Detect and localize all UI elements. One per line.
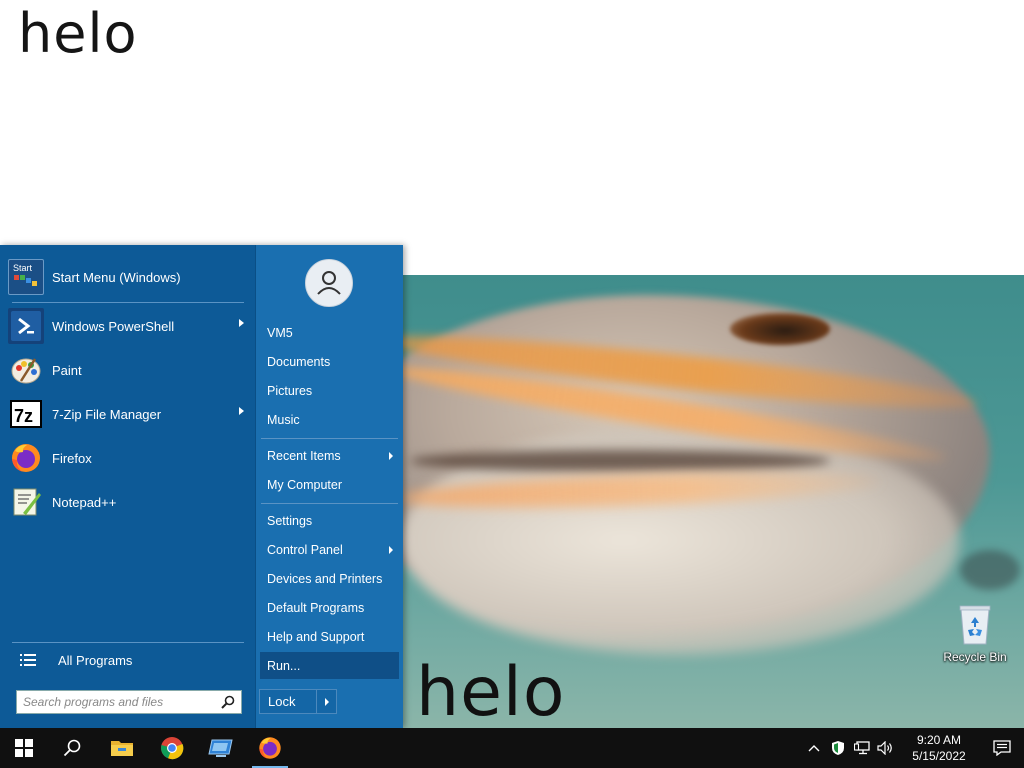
security-tray-button[interactable] xyxy=(826,728,850,768)
start-menu: Start Start Menu (Windows) Windows Power… xyxy=(0,245,403,728)
taskbar-remote-desktop[interactable] xyxy=(197,728,245,768)
taskbar-file-explorer[interactable] xyxy=(98,728,146,768)
wallpaper-text-bottom: helo xyxy=(416,653,566,728)
place-label: My Computer xyxy=(267,477,343,492)
recycle-bin-label: Recycle Bin xyxy=(943,650,1007,664)
clock-date: 5/15/2022 xyxy=(912,749,966,763)
user-icon xyxy=(317,271,341,295)
taskbar: 9:20 AM 5/15/2022 xyxy=(0,728,1024,768)
place-label: Pictures xyxy=(267,383,313,398)
program-windows-powershell[interactable]: Windows PowerShell xyxy=(8,305,248,347)
shield-icon xyxy=(832,741,844,755)
file-explorer-icon xyxy=(111,741,133,756)
lock-options-button[interactable] xyxy=(316,690,336,713)
place-my-computer[interactable]: My Computer xyxy=(260,471,399,498)
notification-icon xyxy=(993,740,1011,756)
place-recent-items[interactable]: Recent Items xyxy=(260,442,399,469)
powershell-icon xyxy=(8,308,44,344)
taskbar-search-button[interactable] xyxy=(48,728,96,768)
windows-start-icon xyxy=(15,739,33,757)
place-run[interactable]: Run... xyxy=(260,652,399,679)
place-label: VM5 xyxy=(267,325,293,340)
search-icon xyxy=(63,739,81,757)
wallpaper-text-top: helo xyxy=(18,2,138,65)
start-menu-programs-pane: Start Start Menu (Windows) Windows Power… xyxy=(0,245,255,728)
submenu-arrow-icon xyxy=(389,452,393,460)
search-input[interactable] xyxy=(17,695,221,709)
program-label: 7-Zip File Manager xyxy=(52,406,162,422)
taskbar-firefox[interactable] xyxy=(246,728,294,768)
notepadpp-icon xyxy=(8,484,44,520)
taskbar-clock[interactable]: 9:20 AM 5/15/2022 xyxy=(902,732,976,764)
remote-desktop-icon xyxy=(208,739,233,757)
place-vm5[interactable]: VM5 xyxy=(260,319,399,346)
recycle-bin-shortcut[interactable]: Recycle Bin xyxy=(940,600,1010,672)
firefox-icon xyxy=(8,440,44,476)
program-label: Windows PowerShell xyxy=(52,318,175,334)
7zip-icon-text: 7z xyxy=(14,406,33,426)
chevron-up-icon xyxy=(808,745,820,752)
submenu-arrow-icon xyxy=(239,407,244,415)
submenu-arrow-icon xyxy=(389,546,393,554)
network-icon xyxy=(854,741,870,755)
clock-time: 9:20 AM xyxy=(916,733,962,747)
show-hidden-icons-button[interactable] xyxy=(802,728,826,768)
chrome-icon xyxy=(161,737,184,760)
program-label: Start Menu (Windows) xyxy=(52,269,181,285)
place-label: Help and Support xyxy=(267,629,365,644)
start-menu-places-pane: VM5 Documents Pictures Music Recent Item… xyxy=(255,245,403,728)
place-control-panel[interactable]: Control Panel xyxy=(260,536,399,563)
place-documents[interactable]: Documents xyxy=(260,348,399,375)
place-label: Control Panel xyxy=(267,542,343,557)
search-box[interactable] xyxy=(16,690,242,714)
place-label: Default Programs xyxy=(267,600,365,615)
start-menu-icon-text: Start xyxy=(13,263,33,273)
7zip-icon: 7z xyxy=(8,396,44,432)
list-icon xyxy=(20,654,36,666)
place-devices-and-printers[interactable]: Devices and Printers xyxy=(260,565,399,592)
lock-button-group: Lock xyxy=(259,689,337,714)
place-settings[interactable]: Settings xyxy=(260,507,399,534)
all-programs-label: All Programs xyxy=(58,652,133,668)
speaker-icon xyxy=(877,741,892,755)
taskbar-chrome[interactable] xyxy=(148,728,196,768)
recycle-bin-icon xyxy=(956,602,994,646)
program-label: Notepad++ xyxy=(52,494,117,510)
separator xyxy=(12,302,244,303)
action-center-button[interactable] xyxy=(980,728,1024,768)
place-label: Run... xyxy=(267,658,301,673)
firefox-icon xyxy=(259,737,281,759)
volume-tray-button[interactable] xyxy=(874,728,898,768)
search-icon[interactable] xyxy=(221,695,235,709)
network-tray-button[interactable] xyxy=(850,728,874,768)
start-menu-icon: Start xyxy=(8,259,44,295)
program-label: Firefox xyxy=(52,450,92,466)
program-7zip-file-manager[interactable]: 7z 7-Zip File Manager xyxy=(8,393,248,435)
submenu-arrow-icon xyxy=(239,319,244,327)
place-label: Documents xyxy=(267,354,331,369)
place-pictures[interactable]: Pictures xyxy=(260,377,399,404)
start-button[interactable] xyxy=(0,728,48,768)
place-label: Devices and Printers xyxy=(267,571,383,586)
program-notepadpp[interactable]: Notepad++ xyxy=(8,481,248,523)
program-label: Paint xyxy=(52,362,82,378)
paint-icon xyxy=(8,352,44,388)
program-start-menu-windows[interactable]: Start Start Menu (Windows) xyxy=(8,256,248,298)
separator xyxy=(261,503,398,504)
place-label: Recent Items xyxy=(267,448,341,463)
separator xyxy=(12,642,244,643)
place-label: Music xyxy=(267,412,300,427)
place-label: Settings xyxy=(267,513,313,528)
program-firefox[interactable]: Firefox xyxy=(8,437,248,479)
system-tray: 9:20 AM 5/15/2022 xyxy=(802,728,1024,768)
lock-button[interactable]: Lock xyxy=(260,690,316,713)
separator xyxy=(261,438,398,439)
place-music[interactable]: Music xyxy=(260,406,399,433)
user-avatar[interactable] xyxy=(305,259,353,307)
place-default-programs[interactable]: Default Programs xyxy=(260,594,399,621)
chevron-right-icon xyxy=(324,697,329,706)
all-programs-button[interactable]: All Programs xyxy=(10,647,246,673)
program-paint[interactable]: Paint xyxy=(8,349,248,391)
place-help-and-support[interactable]: Help and Support xyxy=(260,623,399,650)
